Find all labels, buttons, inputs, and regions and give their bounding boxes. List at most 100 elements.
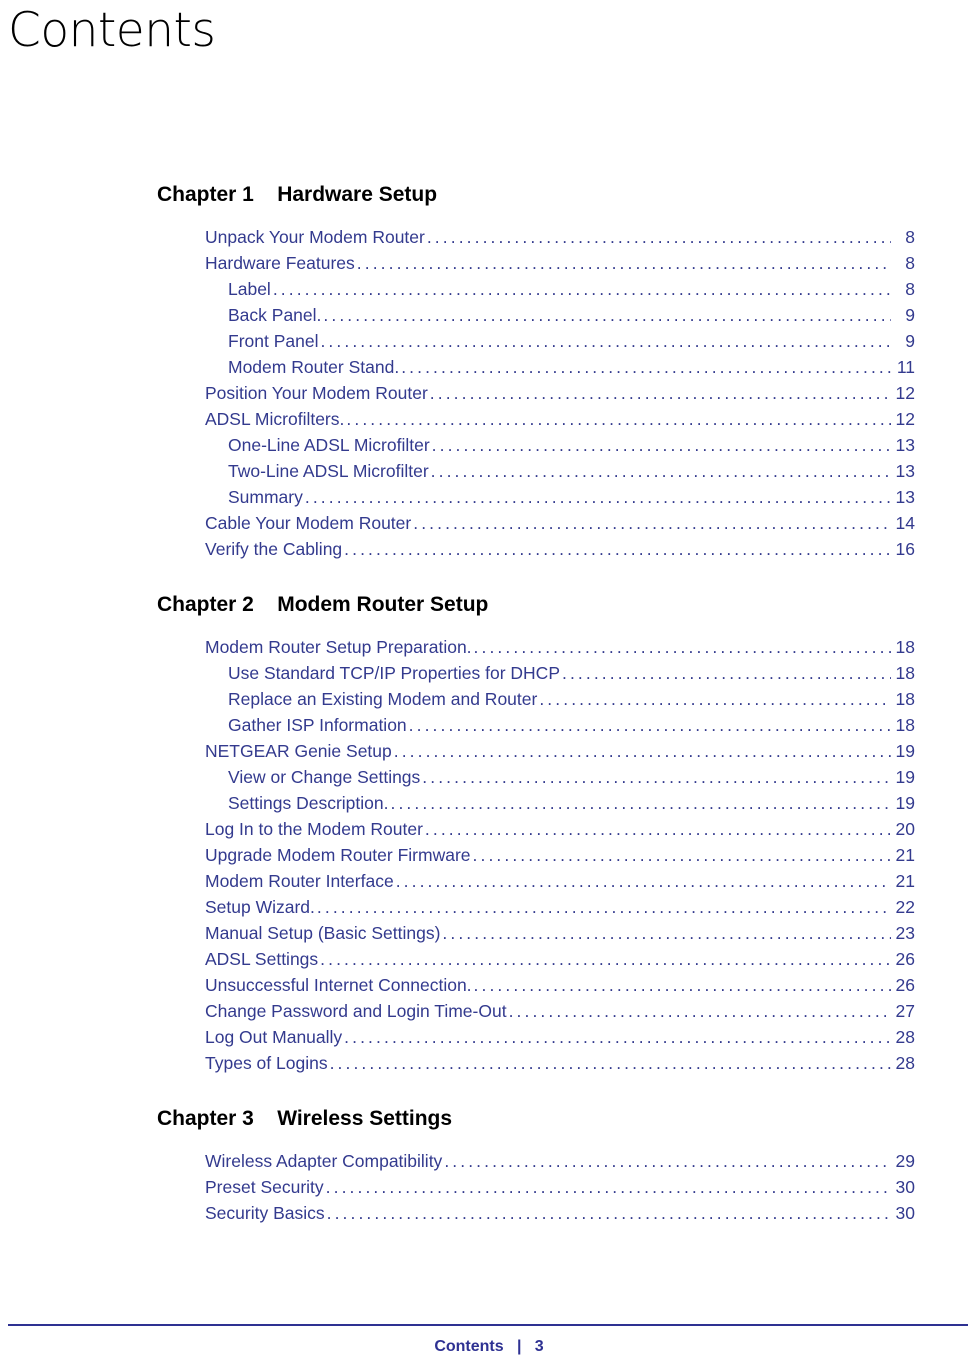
toc-entry[interactable]: Settings Description....................… [0, 790, 978, 816]
toc-entry[interactable]: Cable Your Modem Router.................… [0, 510, 978, 536]
chapter-block: Chapter 1 Hardware Setup Unpack Your Mode… [0, 182, 978, 562]
toc-entry-label: Log Out Manually [205, 1027, 343, 1047]
toc-entry[interactable]: Two-Line ADSL Microfilter...............… [0, 458, 978, 484]
toc-entry[interactable]: Modem Router Interface..................… [0, 868, 978, 894]
toc-dot-leader: ........................................… [344, 1027, 891, 1047]
toc-entry-label: Back Panel. [228, 305, 322, 325]
toc-entry[interactable]: Wireless Adapter Compatibility..........… [0, 1148, 978, 1174]
toc-dot-leader: ........................................… [442, 923, 891, 943]
toc-dot-leader: ........................................… [431, 435, 891, 455]
toc-entry-label: Summary [228, 487, 303, 507]
page-title: Contents [8, 3, 216, 58]
toc-entry-page-number: 18 [895, 715, 915, 735]
toc-entry[interactable]: Manual Setup (Basic Settings)...........… [0, 920, 978, 946]
toc-entry[interactable]: Preset Security.........................… [0, 1174, 978, 1200]
footer-page-label: Contents | 3 [434, 1338, 544, 1355]
toc-entry-label: ADSL Microfilters. [205, 409, 345, 429]
toc-dot-leader: ........................................… [393, 741, 891, 761]
chapter-entry-list: Wireless Adapter Compatibility..........… [0, 1148, 978, 1226]
toc-entry[interactable]: Modem Router Stand......................… [0, 354, 978, 380]
toc-dot-leader: ........................................… [422, 767, 891, 787]
toc-dot-leader: ........................................… [408, 715, 891, 735]
chapter-heading: Chapter 3 Wireless Settings [157, 1107, 453, 1130]
toc-entry-page-number: 28 [895, 1027, 915, 1047]
toc-entry[interactable]: NETGEAR Genie Setup.....................… [0, 738, 978, 764]
toc-entry[interactable]: Upgrade Modem Router Firmware...........… [0, 842, 978, 868]
toc-entry[interactable]: Summary.................................… [0, 484, 978, 510]
toc-entry-page-number: 26 [895, 975, 915, 995]
chapter-block: Chapter 3 Wireless Settings Wireless Adap… [0, 1106, 978, 1226]
toc-dot-leader: ........................................… [304, 487, 891, 507]
toc-dot-leader: ........................................… [320, 331, 891, 351]
toc-entry[interactable]: Types of Logins.........................… [0, 1050, 978, 1076]
toc-entry-page-number: 13 [895, 461, 915, 481]
toc-entry[interactable]: ADSL Microfilters.......................… [0, 406, 978, 432]
toc-entry[interactable]: Security Basics.........................… [0, 1200, 978, 1226]
chapter-spacer [0, 562, 978, 592]
toc-entry-label: Use Standard TCP/IP Properties for DHCP [228, 663, 560, 683]
toc-entry-label: Hardware Features [205, 253, 355, 273]
chapter-heading: Chapter 1 Hardware Setup [157, 183, 438, 206]
toc-entry-page-number: 23 [895, 923, 915, 943]
toc-entry-label: Gather ISP Information [228, 715, 407, 735]
toc-dot-leader: ........................................… [473, 975, 891, 995]
toc-entry[interactable]: Setup Wizard............................… [0, 894, 978, 920]
toc-entry-page-number: 21 [895, 871, 915, 891]
toc-entry-label: NETGEAR Genie Setup [205, 741, 392, 761]
toc-entry-label: Label [228, 279, 271, 299]
toc-entry-page-number: 14 [895, 513, 915, 533]
toc-entry[interactable]: Modem Router Setup Preparation..........… [0, 634, 978, 660]
toc-entry-page-number: 19 [895, 793, 915, 813]
toc-entry[interactable]: Log In to the Modem Router..............… [0, 816, 978, 842]
toc-entry[interactable]: Log Out Manually........................… [0, 1024, 978, 1050]
toc-entry-label: Log In to the Modem Router [205, 819, 423, 839]
toc-dot-leader: ........................................… [390, 793, 892, 813]
chapter-entry-list: Modem Router Setup Preparation..........… [0, 634, 978, 1076]
toc-dot-leader: ........................................… [413, 513, 891, 533]
toc-dot-leader: ........................................… [346, 409, 891, 429]
toc-entry-page-number: 8 [905, 227, 915, 247]
toc-entry[interactable]: Label...................................… [0, 276, 978, 302]
toc-entry-label: Modem Router Interface [205, 871, 394, 891]
toc-dot-leader: ........................................… [562, 663, 891, 683]
table-of-contents: Chapter 1 Hardware Setup Unpack Your Mode… [0, 182, 978, 1226]
toc-entry-page-number: 30 [895, 1177, 915, 1197]
toc-entry-page-number: 27 [895, 1001, 915, 1021]
toc-dot-leader: ........................................… [272, 279, 891, 299]
toc-entry[interactable]: Unpack Your Modem Router................… [0, 224, 978, 250]
toc-dot-leader: ........................................… [344, 539, 891, 559]
toc-dot-leader: ........................................… [426, 227, 891, 247]
toc-dot-leader: ........................................… [444, 1151, 891, 1171]
toc-entry-label: Replace an Existing Modem and Router [228, 689, 538, 709]
toc-entry-page-number: 18 [895, 637, 915, 657]
toc-entry-label: Setup Wizard. [205, 897, 315, 917]
toc-entry[interactable]: One-Line ADSL Microfilter...............… [0, 432, 978, 458]
toc-entry-page-number: 12 [895, 383, 915, 403]
footer-divider [8, 1324, 968, 1326]
toc-entry[interactable]: View or Change Settings.................… [0, 764, 978, 790]
toc-entry[interactable]: Replace an Existing Modem and Router....… [0, 686, 978, 712]
toc-entry-page-number: 8 [905, 253, 915, 273]
toc-dot-leader: ........................................… [508, 1001, 891, 1021]
toc-entry-label: Change Password and Login Time-Out [205, 1001, 507, 1021]
toc-entry-page-number: 20 [895, 819, 915, 839]
toc-entry[interactable]: Position Your Modem Router..............… [0, 380, 978, 406]
toc-entry[interactable]: Use Standard TCP/IP Properties for DHCP.… [0, 660, 978, 686]
toc-dot-leader: ........................................… [329, 1053, 891, 1073]
toc-entry-page-number: 21 [895, 845, 915, 865]
toc-dot-leader: ........................................… [472, 845, 891, 865]
toc-entry[interactable]: Front Panel.............................… [0, 328, 978, 354]
toc-entry[interactable]: Verify the Cabling......................… [0, 536, 978, 562]
toc-entry[interactable]: Unsuccessful Internet Connection........… [0, 972, 978, 998]
toc-entry[interactable]: Hardware Features.......................… [0, 250, 978, 276]
toc-entry[interactable]: ADSL Settings...........................… [0, 946, 978, 972]
toc-entry[interactable]: Gather ISP Information..................… [0, 712, 978, 738]
toc-entry-label: Settings Description. [228, 793, 389, 813]
toc-dot-leader: ........................................… [323, 305, 891, 325]
toc-dot-leader: ........................................… [473, 637, 891, 657]
toc-entry[interactable]: Back Panel..............................… [0, 302, 978, 328]
toc-entry-page-number: 30 [895, 1203, 915, 1223]
toc-entry[interactable]: Change Password and Login Time-Out......… [0, 998, 978, 1024]
toc-dot-leader: ........................................… [429, 383, 891, 403]
toc-entry-page-number: 13 [895, 487, 915, 507]
